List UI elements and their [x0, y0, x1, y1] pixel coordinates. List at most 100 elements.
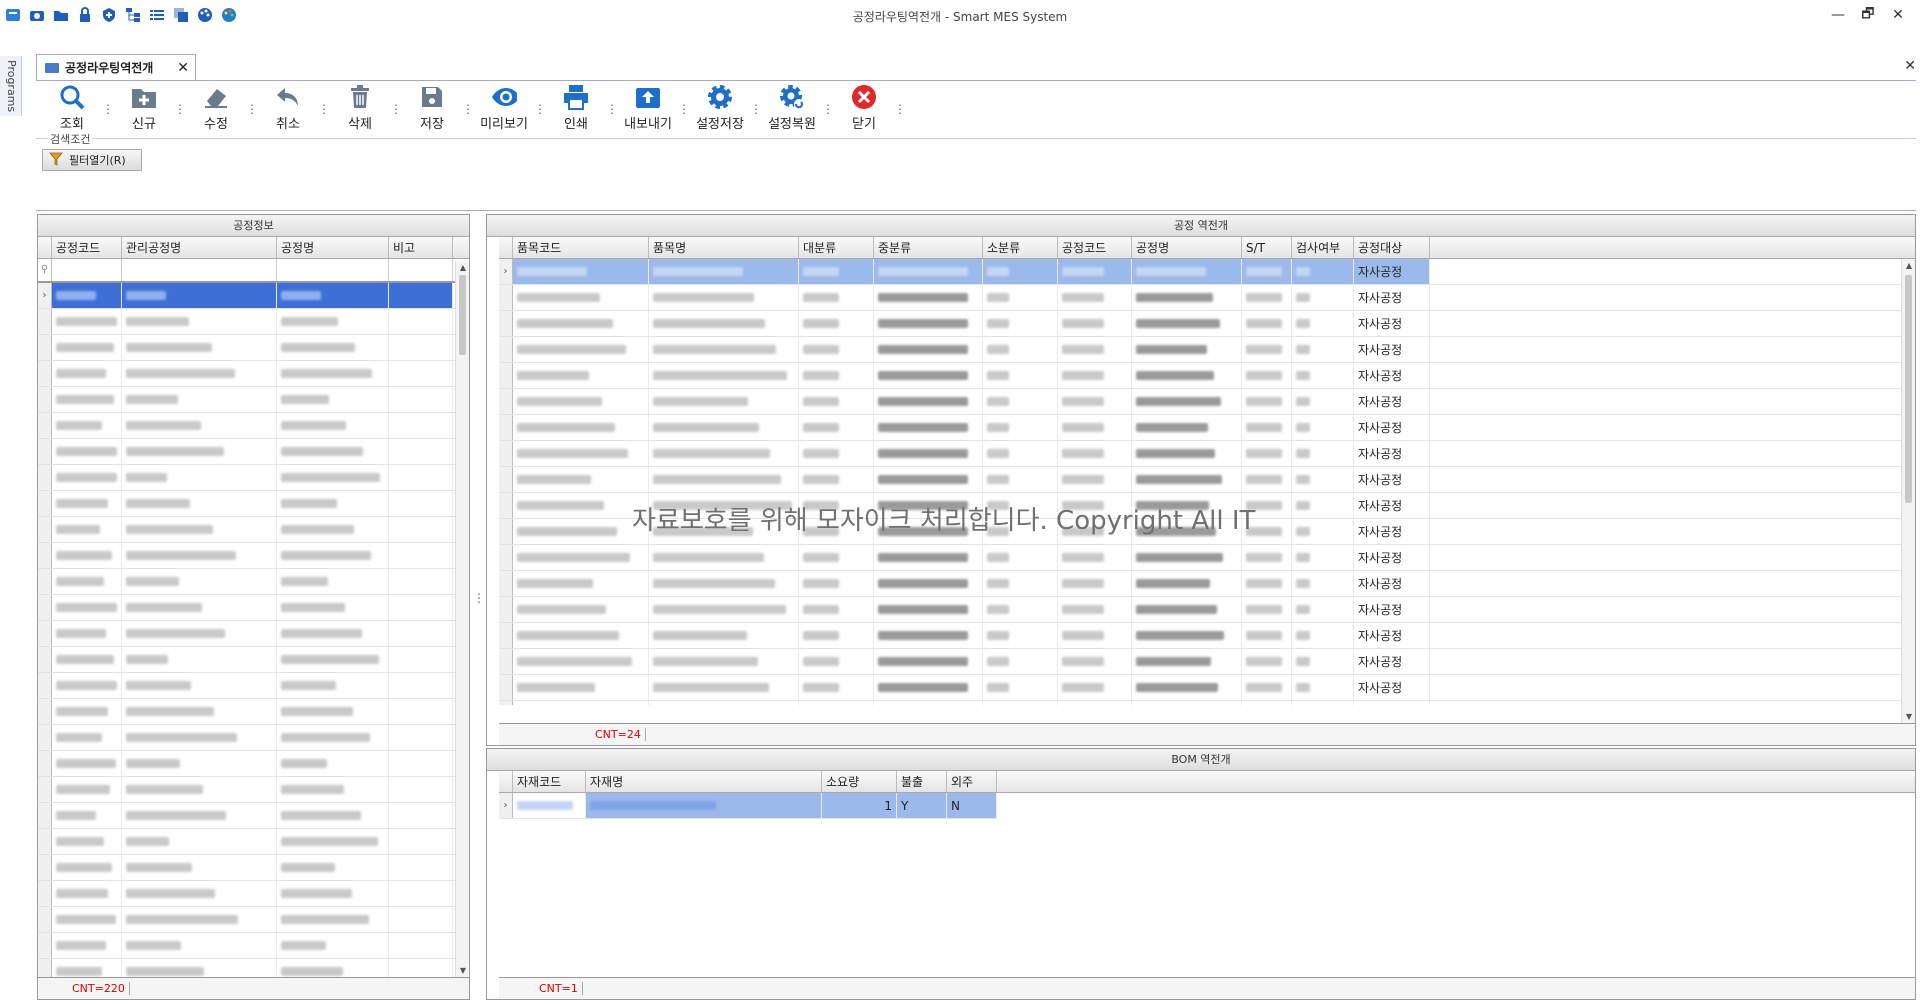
process-target-cell[interactable]: 자사공정: [1354, 597, 1430, 622]
filter-cell[interactable]: [52, 259, 122, 281]
table-row[interactable]: [38, 491, 469, 517]
table-row[interactable]: [38, 309, 469, 335]
save-settings-button[interactable]: 설정저장: [688, 84, 752, 134]
process-name-cell[interactable]: [1132, 337, 1242, 362]
col-material-name[interactable]: 자재명: [586, 771, 822, 792]
managed-process-name-cell[interactable]: [122, 335, 277, 360]
table-row[interactable]: [38, 829, 469, 855]
process-code-cell[interactable]: [1058, 623, 1132, 648]
managed-process-name-cell[interactable]: [122, 517, 277, 542]
minor-category-cell[interactable]: [983, 571, 1058, 596]
process-code-cell[interactable]: [52, 647, 122, 672]
minor-category-cell[interactable]: [983, 389, 1058, 414]
table-row[interactable]: [38, 335, 469, 361]
remarks-cell[interactable]: [389, 595, 453, 620]
st-cell[interactable]: [1242, 363, 1292, 388]
managed-process-name-cell[interactable]: [122, 699, 277, 724]
minor-category-cell[interactable]: [983, 337, 1058, 362]
print-button[interactable]: 인쇄: [544, 84, 608, 134]
table-row[interactable]: 자사공정: [499, 467, 1915, 493]
table-row[interactable]: [38, 855, 469, 881]
inspection-cell[interactable]: [1292, 363, 1354, 388]
process-name-cell[interactable]: [277, 699, 389, 724]
inspection-cell[interactable]: [1292, 649, 1354, 674]
process-code-cell[interactable]: [52, 725, 122, 750]
managed-process-name-cell[interactable]: [122, 725, 277, 750]
major-category-cell[interactable]: [799, 415, 874, 440]
middle-category-cell[interactable]: [874, 649, 983, 674]
process-name-cell[interactable]: [277, 621, 389, 646]
save-button[interactable]: 저장: [400, 84, 464, 134]
item-code-cell[interactable]: [513, 337, 649, 362]
table-row[interactable]: [38, 647, 469, 673]
process-code-cell[interactable]: [52, 933, 122, 958]
middle-category-cell[interactable]: [874, 259, 983, 284]
process-target-cell[interactable]: 자사공정: [1354, 441, 1430, 466]
managed-process-name-cell[interactable]: [122, 387, 277, 412]
process-code-cell[interactable]: [52, 881, 122, 906]
st-cell[interactable]: [1242, 311, 1292, 336]
window-close-button[interactable]: ✕: [1884, 4, 1912, 26]
process-code-cell[interactable]: [52, 283, 122, 308]
cancel-button[interactable]: 취소: [256, 84, 320, 134]
inspection-cell[interactable]: [1292, 467, 1354, 492]
process-code-cell[interactable]: [1058, 441, 1132, 466]
remarks-cell[interactable]: [389, 855, 453, 880]
item-name-cell[interactable]: [649, 363, 799, 388]
st-cell[interactable]: [1242, 259, 1292, 284]
st-cell[interactable]: [1242, 285, 1292, 310]
table-row[interactable]: 자사공정: [499, 701, 1915, 705]
process-code-cell[interactable]: [1058, 389, 1132, 414]
process-target-cell[interactable]: 자사공정: [1354, 701, 1430, 705]
process-name-cell[interactable]: [277, 803, 389, 828]
process-code-cell[interactable]: [52, 491, 122, 516]
remarks-cell[interactable]: [389, 491, 453, 516]
table-row[interactable]: [38, 881, 469, 907]
process-name-cell[interactable]: [277, 491, 389, 516]
preview-button[interactable]: 미리보기: [472, 84, 536, 134]
process-name-cell[interactable]: [1132, 571, 1242, 596]
table-row[interactable]: 자사공정: [499, 545, 1915, 571]
process-target-cell[interactable]: 자사공정: [1354, 467, 1430, 492]
table-row[interactable]: [38, 361, 469, 387]
major-category-cell[interactable]: [799, 623, 874, 648]
st-cell[interactable]: [1242, 545, 1292, 570]
minor-category-cell[interactable]: [983, 623, 1058, 648]
table-row[interactable]: 자사공정: [499, 363, 1915, 389]
remarks-cell[interactable]: [389, 621, 453, 646]
process-code-cell[interactable]: [52, 517, 122, 542]
inspection-cell[interactable]: [1292, 623, 1354, 648]
process-target-cell[interactable]: 자사공정: [1354, 363, 1430, 388]
scroll-up-arrow[interactable]: ▲: [1902, 261, 1915, 270]
middle-category-cell[interactable]: [874, 337, 983, 362]
remarks-cell[interactable]: [389, 933, 453, 958]
st-cell[interactable]: [1242, 701, 1292, 705]
table-row[interactable]: [38, 699, 469, 725]
issue-cell[interactable]: Y: [897, 793, 947, 818]
inspection-cell[interactable]: [1292, 337, 1354, 362]
process-info-scrollbar[interactable]: ▲ ▼: [455, 261, 469, 977]
process-target-cell[interactable]: 자사공정: [1354, 519, 1430, 544]
process-code-cell[interactable]: [1058, 597, 1132, 622]
table-row[interactable]: [38, 751, 469, 777]
inspection-cell[interactable]: [1292, 259, 1354, 284]
managed-process-name-cell[interactable]: [122, 465, 277, 490]
process-name-cell[interactable]: [1132, 363, 1242, 388]
col-st[interactable]: S/T: [1242, 237, 1292, 258]
process-name-cell[interactable]: [1132, 701, 1242, 705]
item-code-cell[interactable]: [513, 597, 649, 622]
middle-category-cell[interactable]: [874, 467, 983, 492]
col-outsource[interactable]: 외주: [947, 771, 997, 792]
st-cell[interactable]: [1242, 597, 1292, 622]
table-row[interactable]: [38, 803, 469, 829]
process-target-cell[interactable]: 자사공정: [1354, 571, 1430, 596]
managed-process-name-cell[interactable]: [122, 933, 277, 958]
minor-category-cell[interactable]: [983, 285, 1058, 310]
process-code-cell[interactable]: [52, 699, 122, 724]
table-row[interactable]: [38, 595, 469, 621]
middle-category-cell[interactable]: [874, 675, 983, 700]
delete-button[interactable]: 삭제: [328, 84, 392, 134]
major-category-cell[interactable]: [799, 285, 874, 310]
col-issue[interactable]: 불출: [897, 771, 947, 792]
col-middle-category[interactable]: 중분류: [874, 237, 983, 258]
